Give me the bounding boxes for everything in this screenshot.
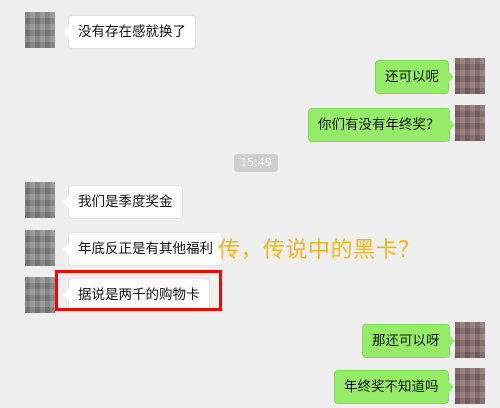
- message-bubble-incoming[interactable]: 年底反正是有其他福利: [63, 232, 223, 266]
- message-timestamp: 15:49: [234, 154, 278, 172]
- contact-avatar[interactable]: [25, 277, 55, 313]
- self-avatar[interactable]: [455, 105, 485, 141]
- highlight-box: [55, 270, 222, 311]
- message-bubble-outgoing[interactable]: 年终奖不知道吗: [334, 370, 453, 404]
- message-bubble-outgoing[interactable]: 你们有没有年终奖？: [308, 108, 454, 142]
- self-avatar[interactable]: [455, 322, 485, 358]
- contact-avatar[interactable]: [25, 12, 55, 48]
- self-avatar[interactable]: [455, 58, 485, 94]
- chat-window: 没有存在感就换了 还可以呢 你们有没有年终奖？ 15:49 我们是季度奖金 年底…: [0, 0, 500, 408]
- message-bubble-incoming[interactable]: 我们是季度奖金: [63, 185, 183, 219]
- message-bubble-outgoing[interactable]: 还可以呢: [375, 60, 454, 94]
- message-bubble-outgoing[interactable]: 那还可以呀: [362, 324, 454, 358]
- self-avatar[interactable]: [455, 368, 485, 404]
- contact-avatar[interactable]: [25, 182, 55, 218]
- message-bubble-incoming[interactable]: 没有存在感就换了: [63, 15, 196, 49]
- overlay-caption: 传，传说中的黑卡？: [218, 238, 421, 263]
- contact-avatar[interactable]: [25, 230, 55, 266]
